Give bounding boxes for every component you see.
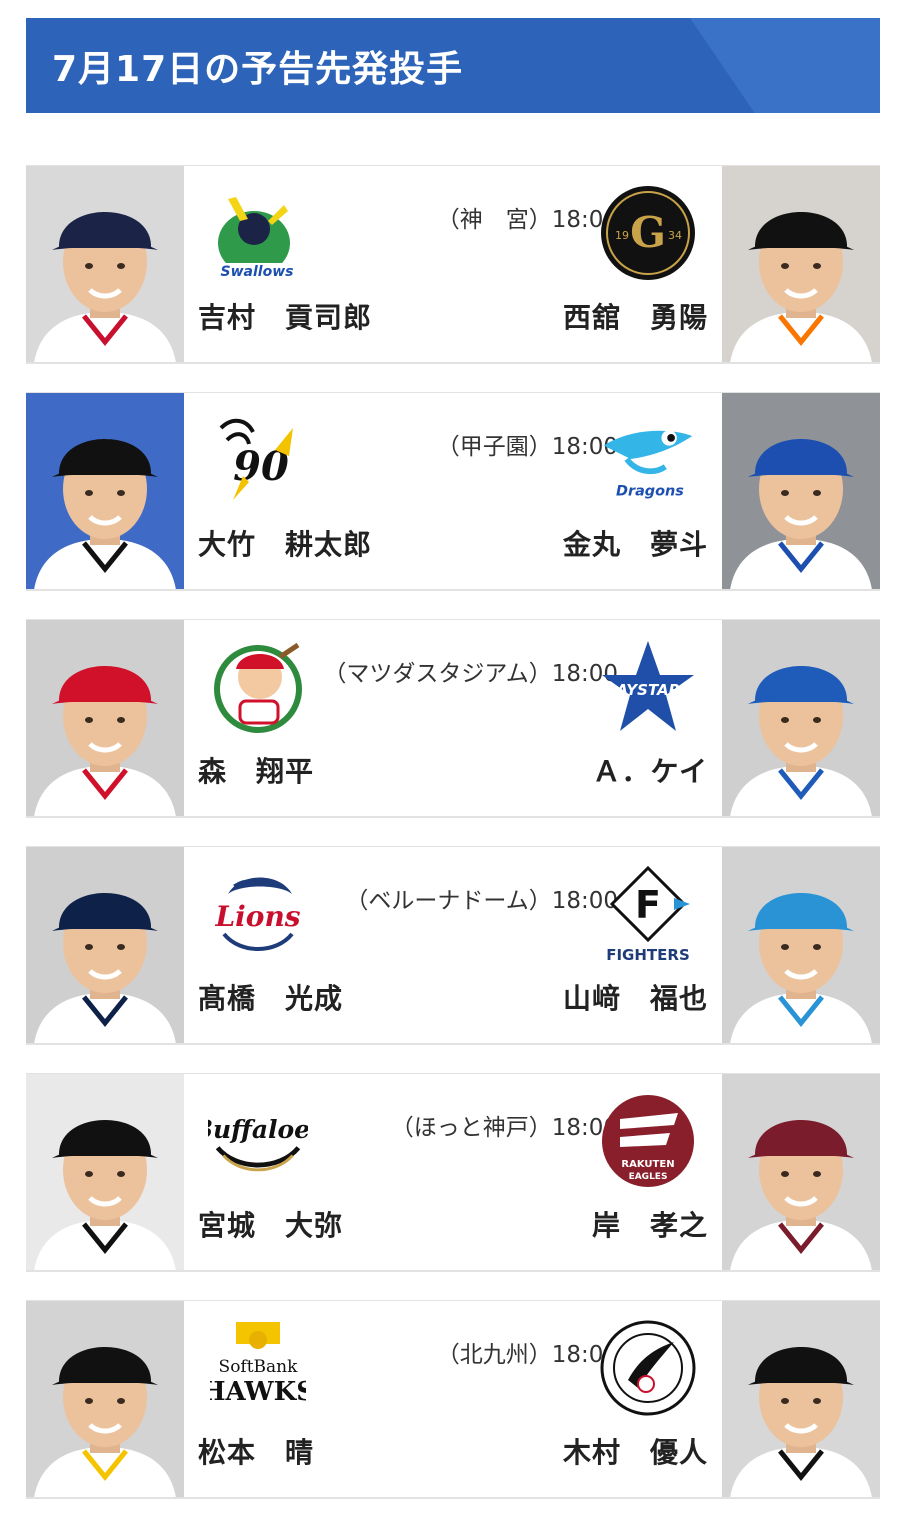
dragons-logo: Dragons: [598, 407, 698, 512]
pitcher-photo[interactable]: [26, 1301, 184, 1497]
pitcher-photo[interactable]: [722, 620, 880, 816]
pitcher-photo[interactable]: [722, 1074, 880, 1270]
pitcher-photo[interactable]: [26, 1074, 184, 1270]
venue-time: （神 宮）18:00: [436, 207, 618, 233]
svg-text:BAYSTARS: BAYSTARS: [605, 681, 691, 699]
header-banner: 7月17日の予告先発投手: [26, 18, 880, 113]
svg-text:34: 34: [668, 229, 682, 242]
baystars-logo: BAYSTARS: [598, 634, 698, 739]
svg-text:F: F: [635, 883, 661, 927]
fighters-logo: F FIGHTERS: [598, 861, 698, 966]
svg-text:Swallows: Swallows: [221, 264, 294, 280]
game-card[interactable]: （マツダスタジアム）18:00 BAYSTARS 森 翔平 Ａ．ケイ: [26, 619, 880, 818]
pitcher-photo[interactable]: [722, 166, 880, 362]
away-pitcher-name[interactable]: 木村 優人: [563, 1431, 708, 1471]
eagles-logo: RAKUTEN EAGLES: [598, 1088, 698, 1193]
venue-time: （ほっと神戸）18:00: [390, 1115, 618, 1141]
home-pitcher-name[interactable]: 宮城 大弥: [198, 1204, 343, 1244]
svg-text:Dragons: Dragons: [616, 483, 684, 499]
home-pitcher-name[interactable]: 森 翔平: [198, 750, 314, 790]
svg-text:G: G: [630, 208, 666, 257]
game-card[interactable]: Buffaloes （ほっと神戸）18:00 RAKUTEN EAGLES 宮城…: [26, 1073, 880, 1272]
pitcher-photo[interactable]: [722, 1301, 880, 1497]
games-list: Swallows （神 宮）18:00 G 19 34 吉村 貢司郎 西舘 勇陽…: [26, 165, 880, 1527]
home-pitcher-name[interactable]: 松本 晴: [198, 1431, 314, 1471]
home-pitcher-name[interactable]: 髙橋 光成: [198, 977, 343, 1017]
venue-time: （甲子園）18:00: [436, 434, 618, 460]
pitcher-photo[interactable]: [26, 847, 184, 1043]
venue-time: （北九州）18:00: [436, 1342, 618, 1368]
away-pitcher-name[interactable]: 岸 孝之: [592, 1204, 708, 1244]
svg-text:HAWKS: HAWKS: [210, 1377, 306, 1407]
svg-text:RAKUTEN: RAKUTEN: [621, 1159, 674, 1170]
home-pitcher-name[interactable]: 吉村 貢司郎: [198, 296, 372, 336]
pitcher-photo[interactable]: [722, 847, 880, 1043]
game-card[interactable]: SoftBank HAWKS （北九州）18:00 松本 晴 木村 優人: [26, 1300, 880, 1499]
banner-stripe: [690, 18, 880, 113]
game-card[interactable]: Swallows （神 宮）18:00 G 19 34 吉村 貢司郎 西舘 勇陽: [26, 165, 880, 364]
game-card[interactable]: 90 （甲子園）18:00 Dragons 大竹 耕太郎 金丸 夢斗: [26, 392, 880, 591]
away-pitcher-name[interactable]: Ａ．ケイ: [593, 750, 708, 790]
marines-logo: [598, 1315, 698, 1420]
away-pitcher-name[interactable]: 山﨑 福也: [563, 977, 708, 1017]
pitcher-photo[interactable]: [26, 393, 184, 589]
svg-text:FIGHTERS: FIGHTERS: [606, 946, 690, 964]
svg-text:19: 19: [615, 229, 629, 242]
giants-logo: G 19 34: [598, 180, 698, 285]
page-title: 7月17日の予告先発投手: [52, 49, 464, 90]
home-pitcher-name[interactable]: 大竹 耕太郎: [198, 523, 372, 563]
away-pitcher-name[interactable]: 西舘 勇陽: [563, 296, 708, 336]
game-card[interactable]: Lions （ベルーナドーム）18:00 F FIGHTERS 髙橋 光成 山﨑…: [26, 846, 880, 1045]
away-pitcher-name[interactable]: 金丸 夢斗: [563, 523, 708, 563]
pitcher-photo[interactable]: [722, 393, 880, 589]
venue-time: （マツダスタジアム）18:00: [323, 661, 618, 687]
venue-time: （ベルーナドーム）18:00: [345, 888, 618, 914]
pitcher-photo[interactable]: [26, 166, 184, 362]
pitcher-photo[interactable]: [26, 620, 184, 816]
svg-text:EAGLES: EAGLES: [629, 1172, 668, 1182]
